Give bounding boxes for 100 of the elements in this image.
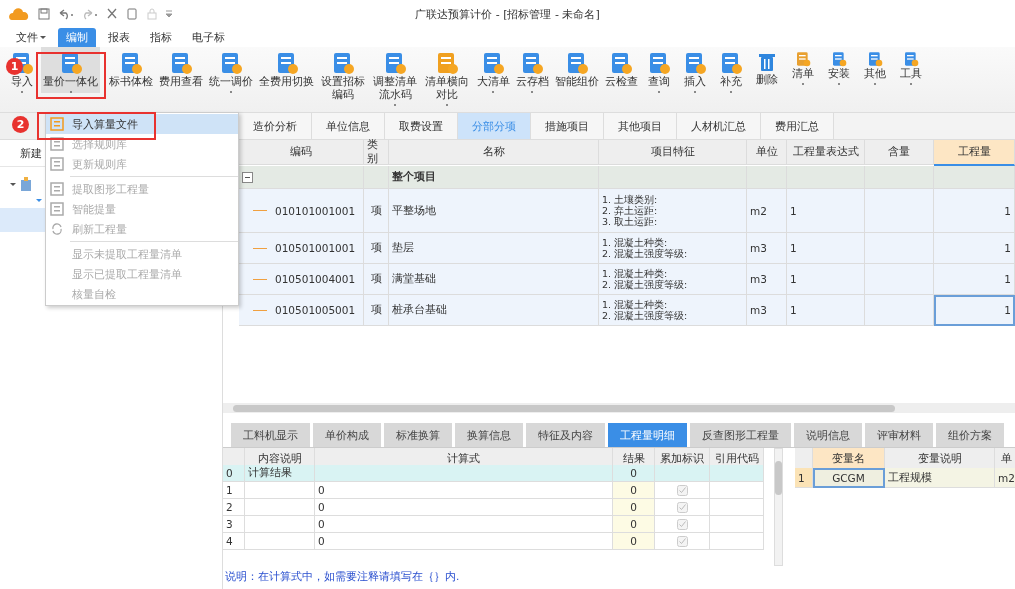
lock-icon[interactable] xyxy=(146,8,158,20)
toolbar-button[interactable]: 清单横向对比 xyxy=(422,47,473,106)
detail-tab[interactable]: 标准换算 xyxy=(384,423,452,447)
undo-icon[interactable] xyxy=(58,8,74,20)
toolbar-button[interactable]: 安装 xyxy=(821,47,856,85)
detail-tab[interactable]: 特征及内容 xyxy=(526,423,605,447)
row-number: 1 xyxy=(223,482,245,499)
detail-tab[interactable]: 说明信息 xyxy=(794,423,862,447)
toolbar-button[interactable]: 大清单 xyxy=(474,47,512,93)
variable-cell[interactable]: GCGM xyxy=(813,468,885,488)
toolbar-button[interactable]: 费用查看 xyxy=(157,47,205,88)
menu-item[interactable]: 导入算量文件 xyxy=(46,114,238,134)
table-cell: m2 xyxy=(995,468,1015,488)
menu-tab[interactable]: 报表 xyxy=(100,28,138,47)
table-cell: 0 xyxy=(613,516,655,533)
scrollbar-thumb[interactable] xyxy=(233,404,895,412)
scrollbar-track[interactable] xyxy=(223,403,1015,413)
detail-tab[interactable]: 评审材料 xyxy=(865,423,933,447)
caret-icon[interactable] xyxy=(10,182,16,186)
quantity-cell[interactable]: 1 xyxy=(934,189,1015,233)
save-icon[interactable] xyxy=(38,8,50,20)
building-icon xyxy=(20,177,32,191)
menu-tab[interactable]: 文件 xyxy=(8,28,54,47)
checkbox[interactable] xyxy=(676,535,688,547)
tree-line xyxy=(253,247,267,249)
caret-icon[interactable] xyxy=(36,199,42,202)
formula-cell[interactable]: 0 xyxy=(315,499,613,516)
toolbar-button[interactable]: 插入 xyxy=(677,47,712,93)
table-cell xyxy=(710,465,764,482)
document-icon xyxy=(331,51,356,75)
toolbar-button[interactable]: 设置招标编码 xyxy=(318,47,369,101)
formula-cell[interactable]: 0 xyxy=(315,516,613,533)
detail-tab[interactable]: 换算信息 xyxy=(455,423,523,447)
document-icon xyxy=(794,51,811,67)
formula-cell[interactable]: 0 xyxy=(315,482,613,499)
toolbar-button[interactable]: 云检查 xyxy=(602,47,640,88)
customize-icon[interactable] xyxy=(166,10,172,18)
table-cell: 0 xyxy=(613,533,655,550)
toolbar-button[interactable]: 统一调价 xyxy=(207,47,255,93)
document-icon xyxy=(219,51,243,75)
table-cell: 1 xyxy=(787,189,865,233)
toolbar-button[interactable]: 调整清单流水码 xyxy=(370,47,421,106)
quantity-cell[interactable]: 1 xyxy=(934,233,1015,264)
toolbar-button[interactable]: 云存档 xyxy=(513,47,551,93)
copy-icon[interactable] xyxy=(126,8,138,20)
row-number: 3 xyxy=(223,516,245,533)
quantity-cell[interactable]: 1 xyxy=(934,264,1015,295)
toolbar-button[interactable]: 其他 xyxy=(857,47,892,85)
table-cell: 桩承台基础 xyxy=(389,295,599,326)
collapse-icon[interactable] xyxy=(242,171,253,183)
checkbox[interactable] xyxy=(676,518,688,530)
menu-tab[interactable]: 指标 xyxy=(142,28,180,47)
table-cell xyxy=(245,516,315,533)
table-cell: 1. 混凝土种类: 2. 混凝土强度等级: xyxy=(599,233,747,264)
toolbar-button[interactable]: 补充 xyxy=(713,47,748,93)
document-icon xyxy=(830,51,847,67)
table-cell: 项 xyxy=(364,189,389,233)
tree-line xyxy=(253,278,267,280)
quantity-cell[interactable]: 1 xyxy=(934,295,1015,326)
checkbox[interactable] xyxy=(676,484,688,496)
table-cell xyxy=(865,295,934,326)
detail-tab[interactable]: 反查图形工程量 xyxy=(690,423,791,447)
table-cell: m3 xyxy=(747,233,787,264)
table-cell: m2 xyxy=(747,189,787,233)
table-cell xyxy=(245,499,315,516)
menu-tab[interactable]: 电子标 xyxy=(184,28,233,47)
toolbar-button[interactable]: 工具 xyxy=(893,47,928,85)
table-cell: 1. 混凝土种类: 2. 混凝土强度等级: xyxy=(599,295,747,326)
formula-cell[interactable]: 0 xyxy=(315,533,613,550)
column-header: 类别 xyxy=(364,140,389,165)
checkbox[interactable] xyxy=(676,501,688,513)
sheet-icon xyxy=(50,202,64,216)
document-icon xyxy=(435,51,460,75)
toolbar-button[interactable]: 全费用切换 xyxy=(257,47,316,88)
redo-icon[interactable] xyxy=(82,8,98,20)
table-cell: 满堂基础 xyxy=(389,264,599,295)
table-cell: 工程规模 xyxy=(885,468,995,488)
toolbar-button[interactable]: 查询 xyxy=(641,47,676,93)
new-label[interactable]: 新建 xyxy=(20,145,42,161)
document-icon xyxy=(902,51,919,67)
cut-icon[interactable] xyxy=(106,8,118,20)
document-icon xyxy=(609,51,634,75)
sheet-icon xyxy=(50,137,64,151)
detail-tab[interactable]: 单价构成 xyxy=(313,423,381,447)
detail-tab[interactable]: 组价方案 xyxy=(936,423,1004,447)
scrollbar-thumb[interactable] xyxy=(775,461,782,495)
toolbar-button[interactable]: 清单 xyxy=(785,47,820,85)
table-cell xyxy=(245,533,315,550)
toolbar-button[interactable]: 删除 xyxy=(749,47,784,86)
detail-tab[interactable]: 工料机显示 xyxy=(231,423,310,447)
toolbar-button[interactable]: 标书体检 xyxy=(107,47,155,88)
vertical-scrollbar[interactable] xyxy=(774,448,783,566)
table-cell: m3 xyxy=(747,264,787,295)
toolbar-button[interactable]: 量价一体化 xyxy=(41,47,100,93)
document-icon xyxy=(520,51,545,75)
document-icon xyxy=(383,51,408,75)
table-cell: 1 xyxy=(787,295,865,326)
formula-cell[interactable] xyxy=(315,465,613,482)
toolbar-button[interactable]: 智能组价 xyxy=(552,47,601,88)
table-cell: m3 xyxy=(747,295,787,326)
